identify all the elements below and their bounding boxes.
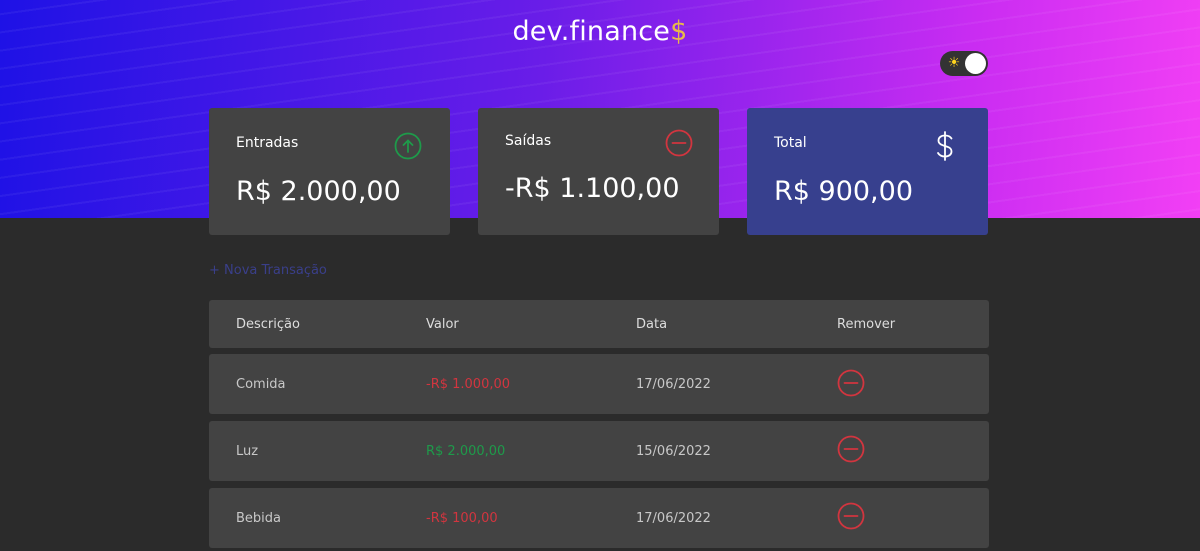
row-amount: -R$ 1.000,00 [426,376,511,392]
income-card-value: R$ 2.000,00 [236,176,401,207]
toggle-knob [965,53,986,74]
total-card-value: R$ 900,00 [774,176,913,207]
header-description: Descrição [236,316,300,332]
row-description: Bebida [236,510,281,526]
expense-card-value: -R$ 1.100,00 [505,173,680,204]
row-description: Luz [236,443,259,459]
row-remove [837,488,865,548]
table-row: Luz R$ 2.000,00 15/06/2022 [209,421,989,481]
row-amount: -R$ 100,00 [426,510,498,526]
new-transaction-link[interactable]: + Nova Transação [209,263,327,278]
header-amount: Valor [426,316,459,332]
table-row: Comida -R$ 1.000,00 17/06/2022 [209,354,989,414]
dollar-icon [933,130,957,166]
row-date: 17/06/2022 [636,376,711,392]
table-row: Bebida -R$ 100,00 17/06/2022 [209,488,989,548]
logo-text: dev.finance [512,16,671,47]
income-card-label: Entradas [236,135,299,151]
row-remove [837,421,865,481]
remove-icon[interactable] [837,435,865,463]
logo: dev.finance$ [0,16,1200,47]
income-card: Entradas R$ 2.000,00 [209,108,450,235]
total-card: Total R$ 900,00 [747,108,988,235]
header-remove: Remover [837,316,896,332]
arrow-up-circle-icon [394,132,422,164]
expense-card: Saídas -R$ 1.100,00 [478,108,719,235]
total-card-label: Total [774,135,807,151]
minus-circle-icon [665,129,693,161]
row-date: 17/06/2022 [636,510,711,526]
remove-icon[interactable] [837,502,865,530]
logo-dollar-symbol: $ [670,16,688,47]
expense-card-label: Saídas [505,133,552,149]
row-date: 15/06/2022 [636,443,711,459]
row-amount: R$ 2.000,00 [426,443,506,459]
row-description: Comida [236,376,286,392]
theme-toggle[interactable]: ☀ [940,51,988,76]
row-remove [837,354,865,414]
sun-icon: ☀ [947,55,961,71]
remove-icon[interactable] [837,369,865,397]
table-header: Descrição Valor Data Remover [209,300,989,348]
header-date: Data [636,316,668,332]
